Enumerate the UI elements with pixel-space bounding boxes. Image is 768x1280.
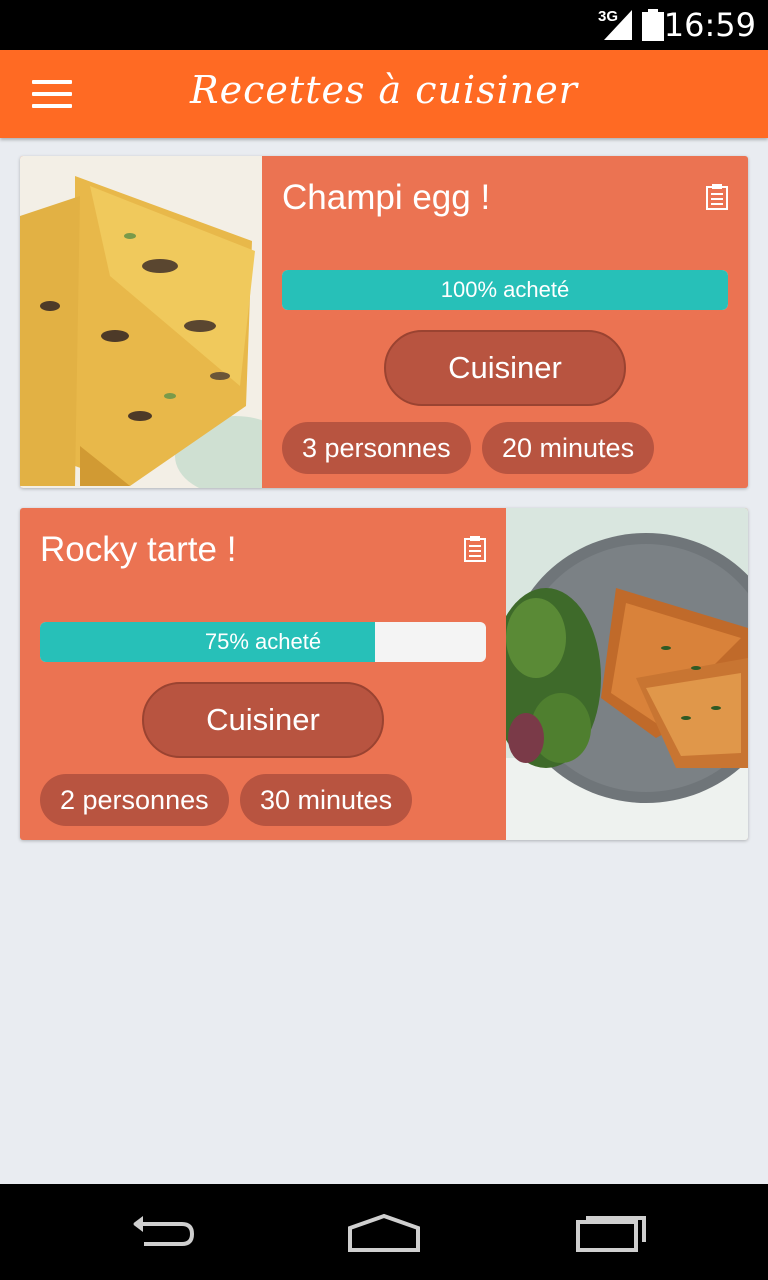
status-bar: 3G 16:59 xyxy=(0,0,768,50)
recipe-title: Rocky tarte ! xyxy=(40,530,237,569)
recipe-photo-tart xyxy=(506,508,748,840)
persons-badge: 2 personnes xyxy=(40,774,229,826)
battery-icon xyxy=(642,9,664,41)
back-icon[interactable] xyxy=(120,1210,200,1254)
recipe-photo-frittata xyxy=(20,156,262,488)
clock: 16:59 xyxy=(663,6,756,44)
app-bar: Recettes à cuisiner xyxy=(0,50,768,138)
signal-icon xyxy=(604,10,632,40)
cook-button[interactable]: Cuisiner xyxy=(142,682,384,758)
recipe-content: Champi egg ! 100% acheté Cuisiner 3 pers… xyxy=(262,156,748,488)
purchase-progress-bar: 75% acheté xyxy=(40,622,486,662)
purchase-progress-bar: 100% acheté xyxy=(282,270,728,310)
progress-label: 75% acheté xyxy=(204,629,322,654)
cook-button[interactable]: Cuisiner xyxy=(384,330,626,406)
duration-badge: 30 minutes xyxy=(240,774,413,826)
home-icon[interactable] xyxy=(344,1210,424,1254)
duration-badge: 20 minutes xyxy=(482,422,655,474)
shopping-list-icon[interactable] xyxy=(464,536,486,562)
recipe-card[interactable]: Rocky tarte ! 75% acheté Cuisiner 2 pers… xyxy=(20,508,748,840)
shopping-list-icon[interactable] xyxy=(706,184,728,210)
recipe-content: Rocky tarte ! 75% acheté Cuisiner 2 pers… xyxy=(20,508,506,840)
system-nav-bar xyxy=(0,1184,768,1280)
recipe-title: Champi egg ! xyxy=(282,178,491,217)
app-title: Recettes à cuisiner xyxy=(190,68,578,112)
recent-apps-icon[interactable] xyxy=(570,1210,650,1254)
progress-label: 100% acheté xyxy=(440,277,570,302)
recipe-card[interactable]: Champi egg ! 100% acheté Cuisiner 3 pers… xyxy=(20,156,748,488)
persons-badge: 3 personnes xyxy=(282,422,471,474)
